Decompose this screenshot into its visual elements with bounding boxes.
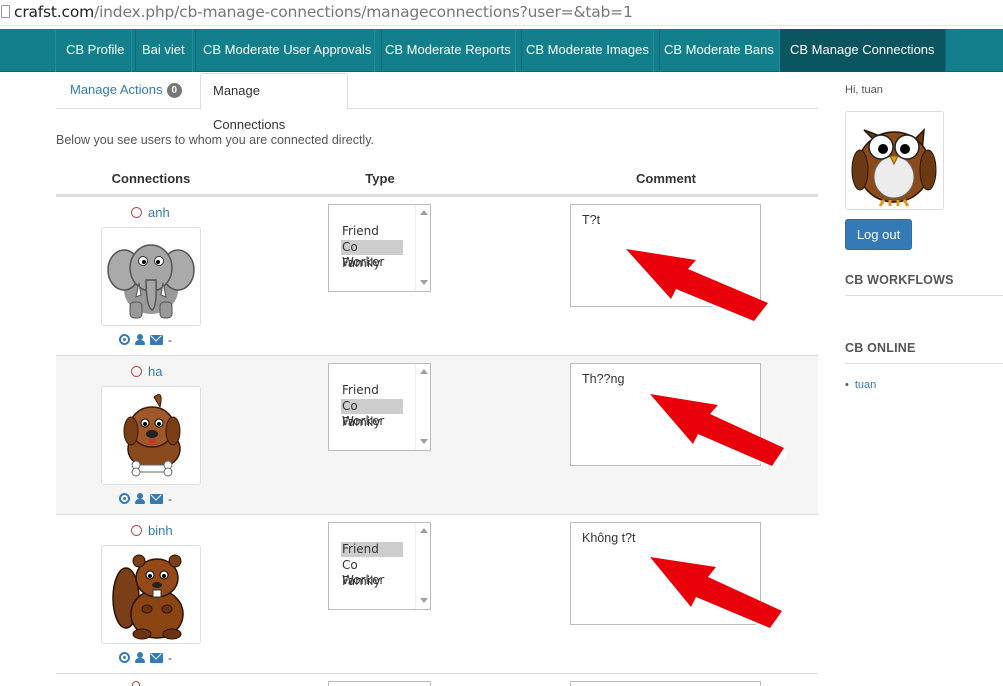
listbox-scrollbar[interactable]	[415, 523, 430, 609]
logout-button[interactable]: Log out	[845, 219, 912, 250]
scroll-down-icon[interactable]	[420, 598, 428, 603]
nav-cb-profile[interactable]: CB Profile	[55, 29, 136, 72]
type-option-co-worker[interactable]: Co Worker	[341, 558, 403, 587]
status-ring-icon	[132, 681, 140, 686]
header-comment: Comment	[636, 171, 696, 186]
comment-textarea[interactable]: Không t?t	[570, 522, 761, 625]
tab-manage-actions-label: Manage Actions	[70, 82, 163, 97]
type-select[interactable]	[328, 681, 431, 686]
connection-actions: -	[119, 332, 177, 347]
scroll-up-icon[interactable]	[420, 369, 428, 374]
page-icon	[1, 5, 10, 18]
type-option-family[interactable]: Family	[341, 415, 403, 430]
beaver-avatar[interactable]	[101, 545, 201, 644]
connection-tabs: Manage Actions 0 Manage Connections	[56, 73, 818, 132]
table-row: anh - Friend Co Worker Family T?t	[56, 196, 818, 355]
profile-icon[interactable]	[135, 652, 145, 664]
status-ring-icon	[131, 207, 142, 218]
status-ring-icon	[131, 366, 142, 377]
type-option-family[interactable]: Family	[341, 256, 403, 271]
comment-textarea[interactable]	[570, 681, 761, 686]
mail-icon[interactable]	[150, 652, 163, 663]
top-navbar: CB Profile Bai viet CB Moderate User App…	[0, 29, 1003, 72]
tab-manage-connections[interactable]: Manage Connections	[200, 73, 348, 132]
table-row	[56, 673, 818, 686]
scroll-up-icon[interactable]	[420, 528, 428, 533]
connection-actions: -	[119, 650, 177, 665]
connection-icon[interactable]	[119, 493, 130, 505]
actions-count-badge: 0	[166, 83, 183, 98]
online-user-item: • tuan	[845, 379, 876, 391]
type-option-friend[interactable]: Friend	[341, 224, 403, 239]
action-separator: -	[168, 332, 172, 347]
user-link[interactable]: anh	[148, 205, 170, 220]
cb-workflows-heading: CB WORKFLOWS	[845, 273, 1003, 296]
type-option-co-worker[interactable]: Co Worker	[341, 240, 403, 269]
greeting: Hi, tuan	[845, 84, 883, 96]
intro-text: Below you see users to whom you are conn…	[56, 133, 374, 147]
scroll-down-icon[interactable]	[420, 280, 428, 285]
bullet-icon: •	[845, 379, 849, 391]
action-separator: -	[168, 491, 172, 506]
table-row: ha - Friend Co Worker Family Th??ng	[56, 355, 818, 514]
connection-user: binh	[131, 523, 173, 538]
scroll-down-icon[interactable]	[420, 439, 428, 444]
nav-bai-viet[interactable]: Bai viet	[131, 29, 196, 72]
url-host: crafst.com	[14, 3, 95, 21]
comment-textarea[interactable]: T?t	[570, 204, 761, 307]
header-connections: Connections	[111, 171, 191, 186]
type-select[interactable]: Friend Co Worker Family	[328, 522, 431, 610]
listbox-scrollbar[interactable]	[415, 364, 430, 450]
user-link[interactable]: binh	[148, 523, 173, 538]
cb-online-heading: CB ONLINE	[845, 341, 1003, 364]
type-option-family[interactable]: Family	[341, 574, 403, 589]
mail-icon[interactable]	[150, 334, 163, 345]
connections-table-header: Connections Type Comment	[56, 166, 818, 196]
elephant-avatar[interactable]	[101, 227, 201, 326]
connection-icon[interactable]	[119, 652, 130, 664]
mail-icon[interactable]	[150, 493, 163, 504]
action-separator: -	[168, 650, 172, 665]
status-ring-icon	[131, 525, 142, 536]
type-option-co-worker[interactable]: Co Worker	[341, 399, 403, 428]
type-select[interactable]: Friend Co Worker Family	[328, 363, 431, 451]
url-path: /index.php/cb-manage-connections/managec…	[94, 3, 633, 21]
nav-cb-moderate-reports[interactable]: CB Moderate Reports	[374, 29, 522, 72]
connection-icon[interactable]	[119, 334, 130, 346]
profile-icon[interactable]	[135, 493, 145, 505]
user-link[interactable]: ha	[148, 364, 162, 379]
profile-icon[interactable]	[135, 334, 145, 346]
owl-avatar[interactable]	[845, 111, 944, 210]
table-row: binh - Friend Co Worker Family Không t?t	[56, 514, 818, 673]
type-select[interactable]: Friend Co Worker Family	[328, 204, 431, 292]
nav-cb-moderate-images[interactable]: CB Moderate Images	[515, 29, 660, 72]
nav-cb-manage-connections[interactable]: CB Manage Connections	[779, 29, 946, 72]
listbox-scrollbar[interactable]	[415, 205, 430, 291]
connection-user: ha	[131, 364, 162, 379]
header-type: Type	[365, 171, 395, 186]
scroll-up-icon[interactable]	[420, 210, 428, 215]
connection-user: anh	[131, 205, 170, 220]
tab-manage-actions[interactable]: Manage Actions 0	[56, 73, 196, 109]
nav-cb-moderate-user-approvals[interactable]: CB Moderate User Approvals	[192, 29, 383, 72]
nav-cb-moderate-bans[interactable]: CB Moderate Bans	[653, 29, 785, 72]
online-user-link[interactable]: tuan	[855, 379, 876, 391]
url-text[interactable]: crafst.com/index.php/cb-manage-connectio…	[14, 3, 633, 21]
connection-actions: -	[119, 491, 177, 506]
browser-url-bar[interactable]: crafst.com/index.php/cb-manage-connectio…	[0, 0, 1003, 26]
type-option-friend[interactable]: Friend	[341, 542, 403, 557]
dog-avatar[interactable]	[101, 386, 201, 485]
type-option-friend[interactable]: Friend	[341, 383, 403, 398]
comment-textarea[interactable]: Th??ng	[570, 363, 761, 466]
